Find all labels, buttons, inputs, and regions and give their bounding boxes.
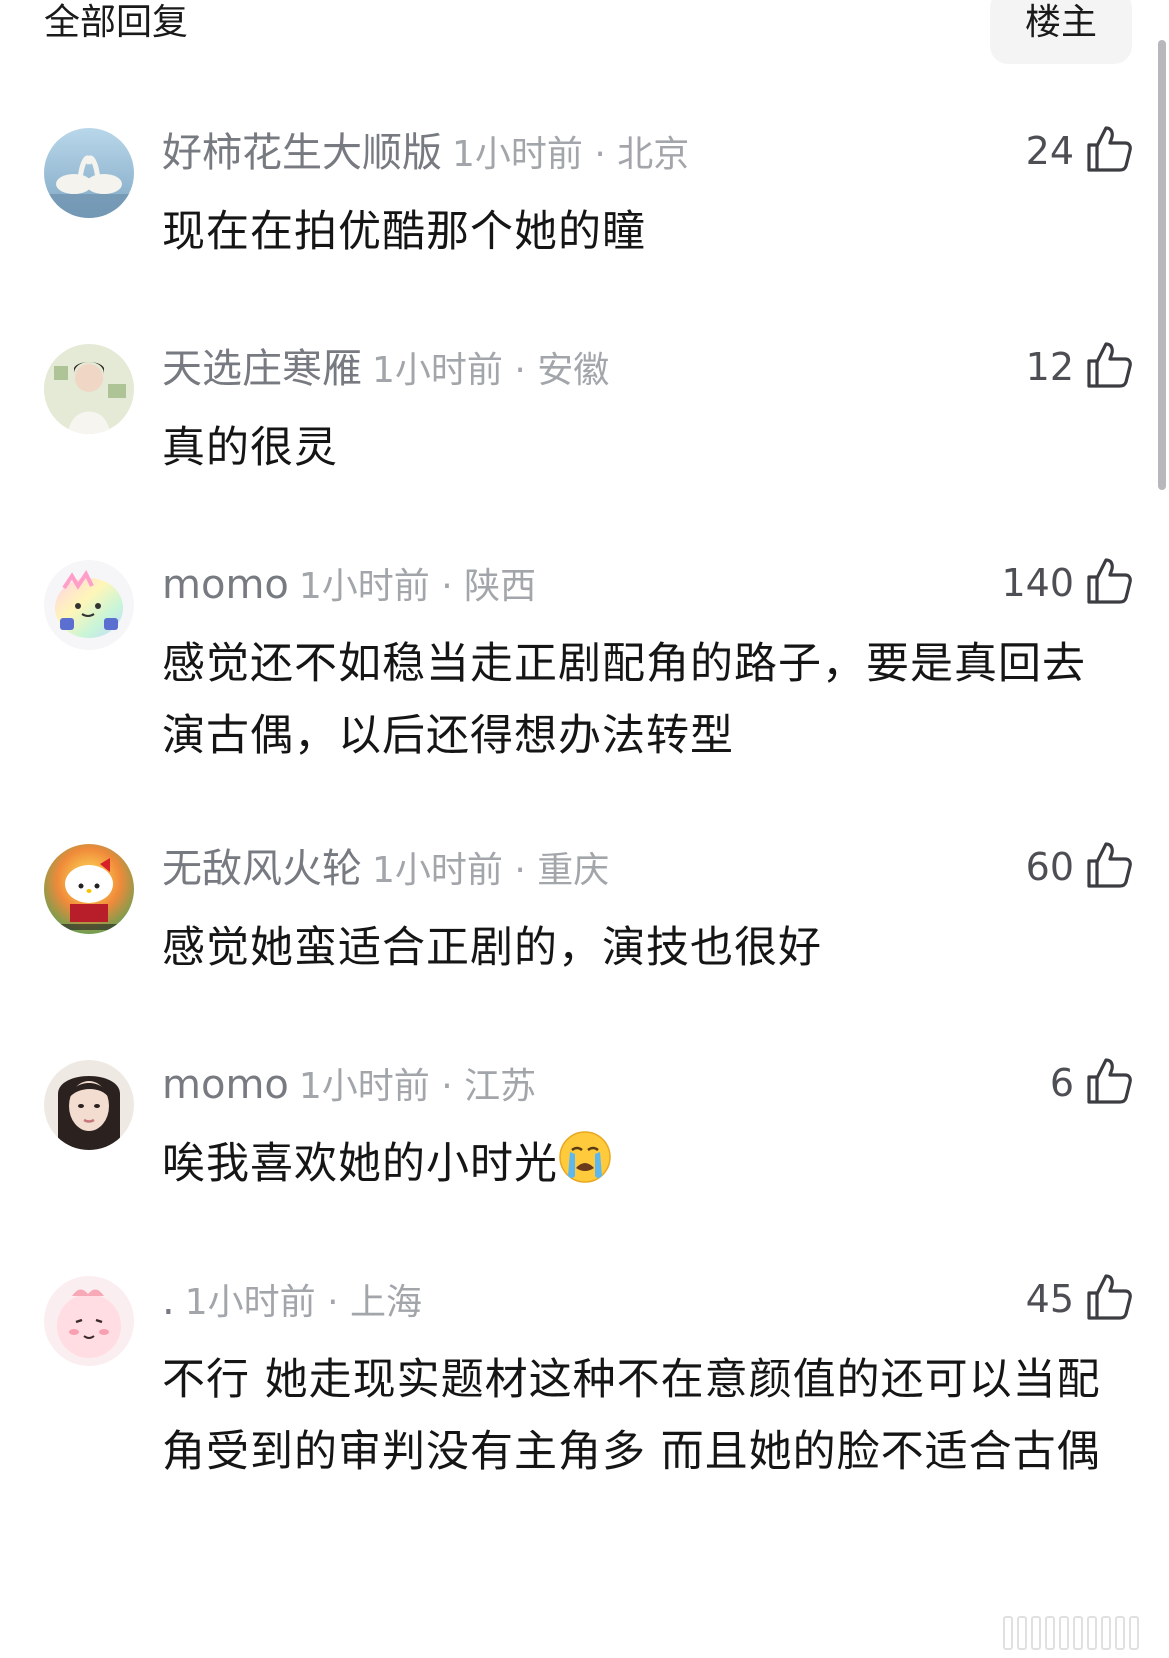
like-count: 140 [1001, 561, 1074, 605]
like-button[interactable]: 45 [1026, 1270, 1132, 1328]
avatar[interactable] [44, 128, 134, 218]
thumbs-up-icon [1086, 125, 1132, 177]
avatar[interactable] [44, 560, 134, 650]
username[interactable]: momo [162, 1062, 289, 1108]
comment-meta: momo 1小时前 · 陕西 [162, 560, 536, 610]
comment-meta: . 1小时前 · 上海 [162, 1276, 422, 1326]
thumbs-up-icon [1086, 841, 1132, 893]
comment-text: 现在在拍优酷那个她的瞳 [162, 207, 646, 257]
comment-meta: momo 1小时前 · 江苏 [162, 1060, 536, 1110]
comment-text: 感觉还不如稳当走正剧配角的路子，要是真回去演古偶，以后还得想办法转型 [162, 639, 1086, 761]
comment-meta: 天选庄寒雁 1小时前 · 安徽 [162, 344, 609, 394]
comment-text-content: 唉我喜欢她的小时光 [162, 1139, 558, 1189]
thumbs-up-icon [1086, 1273, 1132, 1325]
avatar[interactable] [44, 344, 134, 434]
scrollbar[interactable] [1158, 40, 1166, 490]
time-location: 1小时前 · 安徽 [372, 350, 610, 391]
like-button[interactable]: 140 [1001, 554, 1132, 612]
username[interactable]: 无敌风火轮 [162, 846, 362, 892]
reply-header: 全部回复 楼主 [0, 0, 1169, 66]
avatar[interactable] [44, 844, 134, 934]
username[interactable]: . [162, 1278, 175, 1324]
thumbs-up-icon [1086, 557, 1132, 609]
username[interactable]: momo [162, 562, 289, 608]
comment-meta: 好柿花生大顺版 1小时前 · 北京 [162, 128, 689, 178]
comment-text: 不行 她走现实题材这种不在意颜值的还可以当配角受到的审判没有主角多 而且她的脸不… [162, 1355, 1101, 1477]
like-count: 45 [1025, 1277, 1074, 1321]
watermark-bars [1003, 1616, 1139, 1650]
comment-text: 唉我喜欢她的小时光 [162, 1128, 1122, 1206]
time-location: 1小时前 · 上海 [184, 1282, 422, 1323]
comment-text: 真的很灵 [162, 423, 338, 473]
avatar[interactable] [44, 1276, 134, 1366]
like-button[interactable]: 12 [1026, 338, 1132, 396]
like-count: 12 [1025, 345, 1074, 389]
like-button[interactable]: 6 [1050, 1054, 1132, 1112]
thumbs-up-icon [1086, 1057, 1132, 1109]
time-location: 1小时前 · 北京 [452, 134, 690, 175]
all-replies-title: 全部回复 [44, 2, 189, 43]
username[interactable]: 天选庄寒雁 [162, 346, 362, 392]
op-only-filter-button[interactable]: 楼主 [990, 0, 1132, 64]
username[interactable]: 好柿花生大顺版 [162, 130, 442, 176]
like-button[interactable]: 60 [1026, 838, 1132, 896]
like-count: 6 [1049, 1061, 1074, 1105]
like-button[interactable]: 24 [1026, 122, 1132, 180]
like-count: 24 [1025, 129, 1074, 173]
thumbs-up-icon [1086, 341, 1132, 393]
comment-text: 感觉她蛮适合正剧的，演技也很好 [162, 923, 822, 973]
like-count: 60 [1025, 845, 1074, 889]
time-location: 1小时前 · 江苏 [298, 1066, 537, 1107]
crying-face-emoji [558, 1130, 612, 1206]
time-location: 1小时前 · 陕西 [298, 566, 537, 607]
avatar[interactable] [44, 1060, 134, 1150]
time-location: 1小时前 · 重庆 [372, 850, 610, 891]
comment-meta: 无敌风火轮 1小时前 · 重庆 [162, 844, 609, 894]
